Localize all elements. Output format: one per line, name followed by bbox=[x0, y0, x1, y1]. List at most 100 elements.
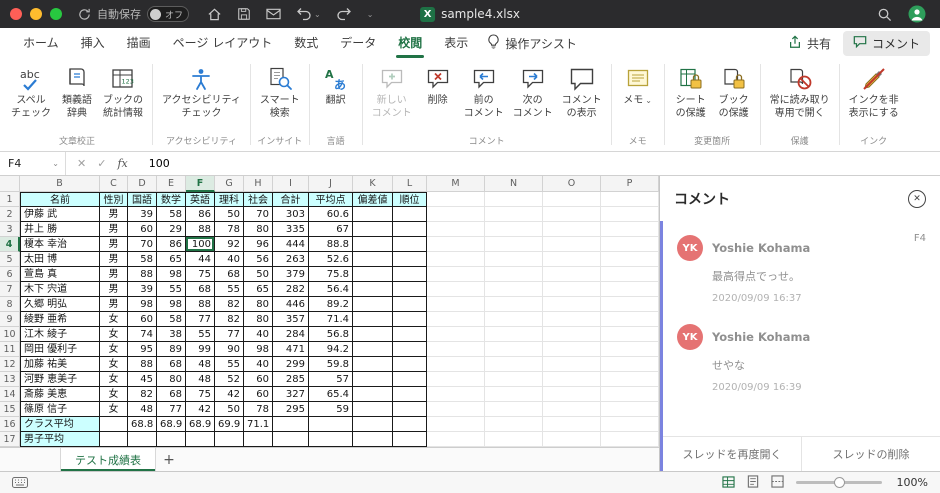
cell-J4[interactable]: 88.8 bbox=[309, 237, 353, 252]
cell-H5[interactable]: 56 bbox=[244, 252, 273, 267]
cell-B2[interactable]: 伊藤 武 bbox=[20, 207, 100, 222]
cell-I4[interactable]: 444 bbox=[273, 237, 309, 252]
comments-toggle-button[interactable]: コメント bbox=[842, 30, 930, 56]
cell-L17[interactable] bbox=[393, 432, 427, 447]
cell-G3[interactable]: 78 bbox=[215, 222, 244, 237]
zoom-slider-thumb[interactable] bbox=[833, 477, 845, 488]
cell-D13[interactable]: 45 bbox=[128, 372, 157, 387]
cell-I13[interactable]: 285 bbox=[273, 372, 309, 387]
cell-O12[interactable] bbox=[543, 357, 601, 372]
hide-ink-button[interactable]: インクを非 表示にする bbox=[845, 62, 903, 122]
cell-H11[interactable]: 98 bbox=[244, 342, 273, 357]
cell-K6[interactable] bbox=[353, 267, 393, 282]
cell-J8[interactable]: 89.2 bbox=[309, 297, 353, 312]
cell-N9[interactable] bbox=[485, 312, 543, 327]
cell-F14[interactable]: 75 bbox=[186, 387, 215, 402]
cell-M4[interactable] bbox=[427, 237, 485, 252]
cell-G5[interactable]: 40 bbox=[215, 252, 244, 267]
cell-H14[interactable]: 60 bbox=[244, 387, 273, 402]
cell-C17[interactable] bbox=[100, 432, 128, 447]
cell-M1[interactable] bbox=[427, 192, 485, 207]
cell-F7[interactable]: 68 bbox=[186, 282, 215, 297]
cell-P15[interactable] bbox=[601, 402, 659, 417]
cell-I17[interactable] bbox=[273, 432, 309, 447]
cell-C3[interactable]: 男 bbox=[100, 222, 128, 237]
cell-K9[interactable] bbox=[353, 312, 393, 327]
cell-M2[interactable] bbox=[427, 207, 485, 222]
row-header-4[interactable]: 4 bbox=[0, 237, 20, 252]
cell-M8[interactable] bbox=[427, 297, 485, 312]
cell-E15[interactable]: 77 bbox=[157, 402, 186, 417]
row-header-5[interactable]: 5 bbox=[0, 252, 20, 267]
cell-C10[interactable]: 女 bbox=[100, 327, 128, 342]
mail-icon[interactable] bbox=[266, 8, 281, 20]
cell-C15[interactable]: 女 bbox=[100, 402, 128, 417]
tab-データ[interactable]: データ bbox=[329, 28, 387, 58]
cell-B13[interactable]: 河野 恵美子 bbox=[20, 372, 100, 387]
cell-J2[interactable]: 60.6 bbox=[309, 207, 353, 222]
minimize-window-button[interactable] bbox=[30, 8, 42, 20]
cell-P3[interactable] bbox=[601, 222, 659, 237]
cell-L12[interactable] bbox=[393, 357, 427, 372]
cell-P4[interactable] bbox=[601, 237, 659, 252]
cell-P9[interactable] bbox=[601, 312, 659, 327]
workbook-stats-button[interactable]: 123 ブックの 統計情報 bbox=[99, 62, 147, 122]
cell-C6[interactable]: 男 bbox=[100, 267, 128, 282]
cell-P11[interactable] bbox=[601, 342, 659, 357]
cell-K2[interactable] bbox=[353, 207, 393, 222]
cell-P12[interactable] bbox=[601, 357, 659, 372]
column-header-K[interactable]: K bbox=[353, 176, 393, 192]
cell-J17[interactable] bbox=[309, 432, 353, 447]
delete-thread-button[interactable]: スレッドの削除 bbox=[801, 437, 940, 471]
cell-D6[interactable]: 88 bbox=[128, 267, 157, 282]
cell-E1[interactable]: 数学 bbox=[157, 192, 186, 207]
cell-D17[interactable] bbox=[128, 432, 157, 447]
cell-O9[interactable] bbox=[543, 312, 601, 327]
cell-M15[interactable] bbox=[427, 402, 485, 417]
cell-J11[interactable]: 94.2 bbox=[309, 342, 353, 357]
cell-H10[interactable]: 40 bbox=[244, 327, 273, 342]
cell-J9[interactable]: 71.4 bbox=[309, 312, 353, 327]
home-icon[interactable] bbox=[207, 7, 222, 21]
cell-N6[interactable] bbox=[485, 267, 543, 282]
cell-E5[interactable]: 65 bbox=[157, 252, 186, 267]
column-header-N[interactable]: N bbox=[485, 176, 543, 192]
cell-C7[interactable]: 男 bbox=[100, 282, 128, 297]
cell-K8[interactable] bbox=[353, 297, 393, 312]
accessibility-check-button[interactable]: アクセシビリティ チェック bbox=[158, 62, 245, 122]
cell-L1[interactable]: 順位 bbox=[393, 192, 427, 207]
cell-E9[interactable]: 58 bbox=[157, 312, 186, 327]
cell-I12[interactable]: 299 bbox=[273, 357, 309, 372]
cell-B11[interactable]: 岡田 優利子 bbox=[20, 342, 100, 357]
cell-D3[interactable]: 60 bbox=[128, 222, 157, 237]
cell-M9[interactable] bbox=[427, 312, 485, 327]
cell-B14[interactable]: 斎藤 美恵 bbox=[20, 387, 100, 402]
cell-G7[interactable]: 55 bbox=[215, 282, 244, 297]
cell-K14[interactable] bbox=[353, 387, 393, 402]
cell-F16[interactable]: 68.9 bbox=[186, 417, 215, 432]
cell-J1[interactable]: 平均点 bbox=[309, 192, 353, 207]
cell-H12[interactable]: 40 bbox=[244, 357, 273, 372]
column-header-E[interactable]: E bbox=[157, 176, 186, 192]
select-all-corner[interactable] bbox=[0, 176, 20, 192]
cell-O4[interactable] bbox=[543, 237, 601, 252]
insert-function-icon[interactable]: fx bbox=[117, 157, 127, 170]
row-header-16[interactable]: 16 bbox=[0, 417, 20, 432]
cell-B10[interactable]: 江木 綾子 bbox=[20, 327, 100, 342]
cell-H13[interactable]: 60 bbox=[244, 372, 273, 387]
cell-E8[interactable]: 98 bbox=[157, 297, 186, 312]
cell-P1[interactable] bbox=[601, 192, 659, 207]
cell-I16[interactable] bbox=[273, 417, 309, 432]
cell-H8[interactable]: 80 bbox=[244, 297, 273, 312]
cell-E4[interactable]: 86 bbox=[157, 237, 186, 252]
autosave-control[interactable]: 自動保存 オフ bbox=[78, 6, 189, 22]
save-icon[interactable] bbox=[237, 7, 251, 21]
cell-K4[interactable] bbox=[353, 237, 393, 252]
column-header-J[interactable]: J bbox=[309, 176, 353, 192]
tab-ホーム[interactable]: ホーム bbox=[12, 28, 70, 58]
cell-P10[interactable] bbox=[601, 327, 659, 342]
previous-comment-button[interactable]: 前の コメント bbox=[460, 62, 508, 122]
cell-H3[interactable]: 80 bbox=[244, 222, 273, 237]
cell-E3[interactable]: 29 bbox=[157, 222, 186, 237]
cell-L10[interactable] bbox=[393, 327, 427, 342]
